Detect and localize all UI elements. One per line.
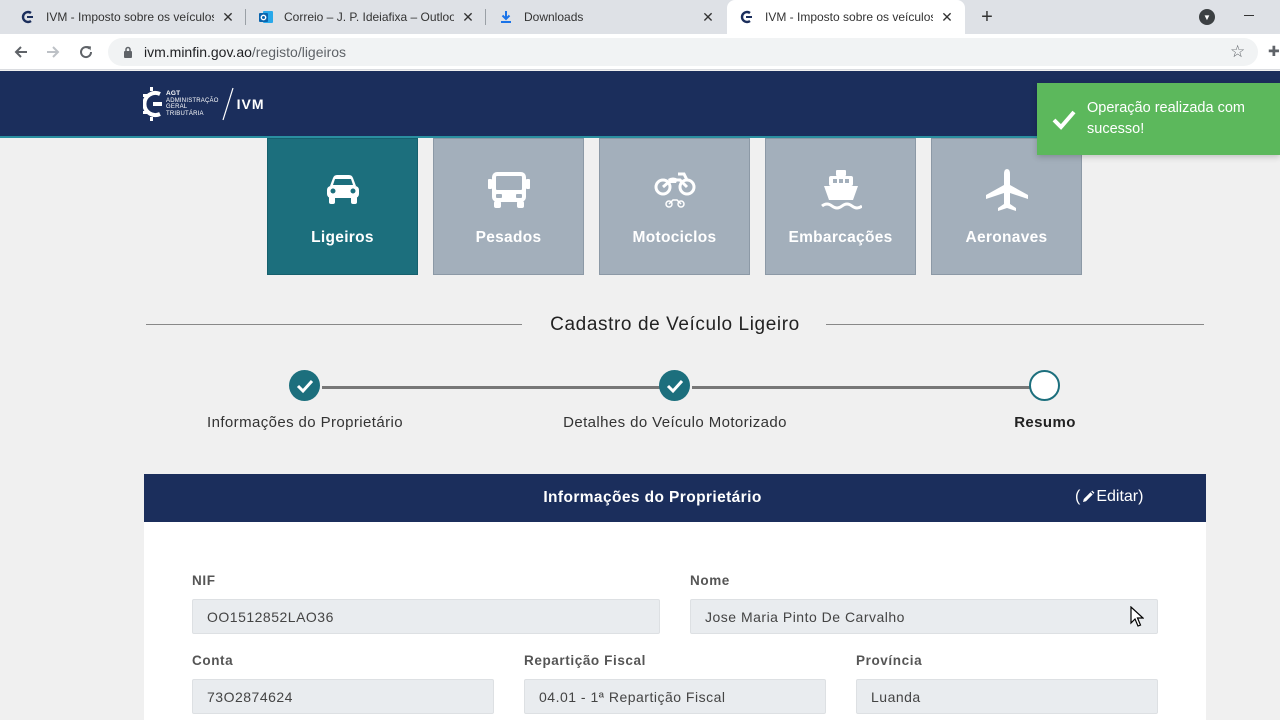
browser-tab[interactable]: Downloads ✕ xyxy=(486,0,726,34)
tab-title: Downloads xyxy=(524,10,584,24)
conta-field[interactable]: 73O2874624 xyxy=(192,679,494,714)
tab-search-icon[interactable]: ▼ xyxy=(1199,9,1215,25)
step-2-check-icon[interactable] xyxy=(659,370,690,401)
browser-tab[interactable]: IVM - Imposto sobre os veículos ✕ xyxy=(8,0,246,34)
browser-tab-bar: IVM - Imposto sobre os veículos ✕ Correi… xyxy=(0,0,1280,34)
reparticao-field[interactable]: 04.01 - 1ª Repartição Fiscal xyxy=(524,679,826,714)
progress-stepper: Informações do Proprietário Detalhes do … xyxy=(0,368,1280,438)
tab-title: IVM - Imposto sobre os veículos xyxy=(46,10,214,24)
step-label[interactable]: Detalhes do Veículo Motorizado xyxy=(563,414,787,431)
minimize-icon[interactable] xyxy=(1244,8,1256,22)
category-card-embarcacoes[interactable]: Embarcações xyxy=(765,138,916,275)
truck-icon xyxy=(486,167,532,213)
nif-label: NIF xyxy=(192,573,216,588)
vehicle-category-cards: Ligeiros Pesados Motociclos Embarcações … xyxy=(267,138,1083,275)
category-label: Motociclos xyxy=(632,229,717,246)
step-label[interactable]: Resumo xyxy=(1014,414,1076,431)
extensions-icon[interactable]: ✚ xyxy=(1268,43,1280,60)
edit-button[interactable]: ( Editar ) xyxy=(1075,488,1143,506)
edit-label: Editar xyxy=(1096,488,1139,505)
close-icon[interactable]: ✕ xyxy=(460,9,476,25)
check-icon xyxy=(1052,110,1076,130)
browser-toolbar: ivm.minfin.gov.ao/registo/ligeiros ☆ ✚ xyxy=(0,34,1280,70)
toast-message: Operação realizada com sucesso! xyxy=(1087,100,1245,137)
panel-title: Informações do Proprietário xyxy=(543,489,762,506)
back-icon[interactable] xyxy=(10,41,32,63)
lock-icon xyxy=(122,46,134,58)
category-label: Pesados xyxy=(475,229,542,246)
motorcycle-icon xyxy=(652,167,698,213)
app-name: IVM xyxy=(236,96,265,112)
car-icon xyxy=(320,167,366,213)
forward-icon[interactable] xyxy=(42,41,64,63)
step-connector xyxy=(322,386,660,389)
plane-icon xyxy=(984,167,1030,213)
url-host: ivm.minfin.gov.ao xyxy=(144,44,252,60)
logo-divider xyxy=(222,87,234,121)
category-card-pesados[interactable]: Pesados xyxy=(433,138,584,275)
category-label: Aeronaves xyxy=(965,229,1048,246)
step-1-check-icon[interactable] xyxy=(289,370,320,401)
agt-logo[interactable]: AGT ADMINISTRAÇÃO GERAL TRIBUTÁRIA IVM xyxy=(143,85,265,123)
category-label: Ligeiros xyxy=(311,229,374,246)
browser-tab-active[interactable]: IVM - Imposto sobre os veículos ✕ xyxy=(727,0,965,34)
category-label: Embarcações xyxy=(788,229,893,246)
tab-title: IVM - Imposto sobre os veículos xyxy=(765,10,933,24)
pencil-icon xyxy=(1083,490,1095,502)
bookmark-star-icon[interactable]: ☆ xyxy=(1230,42,1245,62)
provincia-label: Província xyxy=(856,653,923,668)
outlook-icon xyxy=(258,9,274,25)
download-icon xyxy=(498,9,514,25)
reload-icon[interactable] xyxy=(75,41,97,63)
new-tab-button[interactable]: + xyxy=(976,6,998,28)
gear-logo-icon xyxy=(143,87,162,121)
site-favicon-icon xyxy=(20,9,36,25)
provincia-field[interactable]: Luanda xyxy=(856,679,1158,714)
close-icon[interactable]: ✕ xyxy=(700,9,716,25)
category-card-aeronaves[interactable]: Aeronaves xyxy=(931,138,1082,275)
nome-label: Nome xyxy=(690,573,730,588)
reparticao-label: Repartição Fiscal xyxy=(524,653,646,668)
category-card-motociclos[interactable]: Motociclos xyxy=(599,138,750,275)
close-icon[interactable]: ✕ xyxy=(939,9,955,25)
edit-paren: ) xyxy=(1138,488,1144,505)
agt-logo-text: AGT ADMINISTRAÇÃO GERAL TRIBUTÁRIA xyxy=(166,90,219,117)
page-title: Cadastro de Veículo Ligeiro xyxy=(550,314,800,335)
mouse-cursor-icon xyxy=(1130,606,1144,627)
step-3-circle[interactable] xyxy=(1029,370,1060,401)
owner-info-panel-header: Informações do Proprietário ( Editar ) xyxy=(144,474,1206,522)
tab-title: Correio – J. P. Ideiafixa – Outlook xyxy=(284,10,454,24)
close-icon[interactable]: ✕ xyxy=(220,9,236,25)
step-label[interactable]: Informações do Proprietário xyxy=(207,414,403,431)
step-connector xyxy=(692,386,1030,389)
browser-tab[interactable]: Correio – J. P. Ideiafixa – Outlook ✕ xyxy=(246,0,486,34)
category-card-ligeiros[interactable]: Ligeiros xyxy=(267,138,418,275)
edit-paren: ( xyxy=(1075,488,1081,505)
address-bar[interactable]: ivm.minfin.gov.ao/registo/ligeiros xyxy=(108,38,1258,66)
site-favicon-icon xyxy=(739,9,755,25)
conta-label: Conta xyxy=(192,653,234,668)
nome-field[interactable]: Jose Maria Pinto De Carvalho xyxy=(690,599,1158,634)
success-toast[interactable]: Operação realizada com sucesso! xyxy=(1037,83,1280,155)
ship-icon xyxy=(818,167,864,213)
nif-field[interactable]: OO1512852LAO36 xyxy=(192,599,660,634)
url-path: /registo/ligeiros xyxy=(251,44,347,60)
section-title-divider: Cadastro de Veículo Ligeiro xyxy=(146,312,1204,340)
